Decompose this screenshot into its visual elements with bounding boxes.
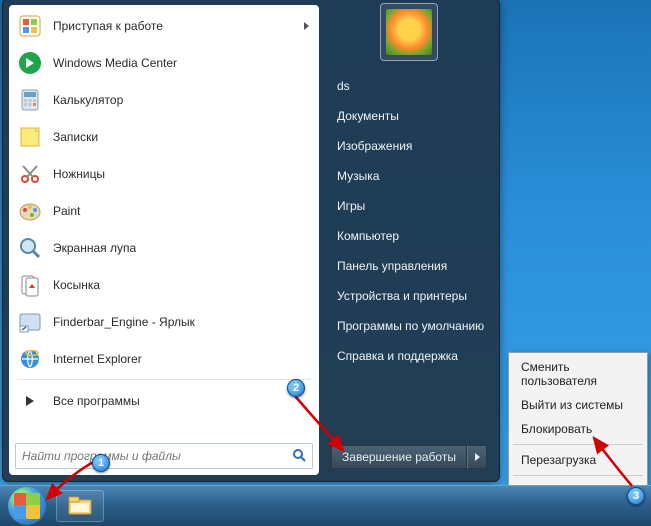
program-label: Windows Media Center [53, 56, 177, 70]
power-item-log-off[interactable]: Выйти из системы [511, 393, 645, 417]
search-input[interactable] [22, 449, 292, 463]
program-label: Finderbar_Engine - Ярлык [53, 315, 195, 329]
right-item-devices-printers[interactable]: Устройства и принтеры [319, 281, 499, 311]
all-programs-arrow-icon [17, 388, 43, 414]
paint-icon [17, 198, 43, 224]
shutdown-row: Завершение работы [331, 445, 487, 469]
power-item-switch-user[interactable]: Сменить пользователя [511, 355, 645, 393]
all-programs-item[interactable]: Все программы [11, 382, 317, 419]
media-center-icon [17, 50, 43, 76]
right-item-help-support[interactable]: Справка и поддержка [319, 341, 499, 371]
right-item-user[interactable]: ds [319, 71, 499, 101]
program-list: Приступая к работе Windows Media Center … [9, 5, 319, 437]
separator [513, 444, 643, 445]
search-box[interactable] [15, 443, 313, 469]
right-item-documents[interactable]: Документы [319, 101, 499, 131]
program-label: Приступая к работе [53, 19, 163, 33]
program-item-sticky-notes[interactable]: Записки [11, 118, 317, 155]
annotation-bubble-2: 2 [287, 379, 305, 397]
program-label: Калькулятор [53, 93, 123, 107]
program-label: Paint [53, 204, 80, 218]
annotation-bubble-1: 1 [92, 454, 110, 472]
power-options-menu: Сменить пользователя Выйти из системы Бл… [508, 352, 648, 506]
right-item-games[interactable]: Игры [319, 191, 499, 221]
right-item-default-programs[interactable]: Программы по умолчанию [319, 311, 499, 341]
shutdown-options-arrow-button[interactable] [467, 445, 487, 469]
shutdown-button[interactable]: Завершение работы [331, 445, 467, 469]
power-item-lock[interactable]: Блокировать [511, 417, 645, 441]
program-label: Записки [53, 130, 98, 144]
program-item-magnifier[interactable]: Экранная лупа [11, 229, 317, 266]
solitaire-icon [17, 272, 43, 298]
program-item-getting-started[interactable]: Приступая к работе [11, 7, 317, 44]
program-item-finderbar-shortcut[interactable]: Finderbar_Engine - Ярлык [11, 303, 317, 340]
taskbar [0, 485, 651, 526]
start-menu: Приступая к работе Windows Media Center … [2, 0, 500, 482]
start-menu-left-pane: Приступая к работе Windows Media Center … [9, 5, 319, 475]
program-label: Экранная лупа [53, 241, 136, 255]
user-picture-icon [386, 9, 432, 55]
scissors-icon [17, 161, 43, 187]
getting-started-icon [17, 13, 43, 39]
shortcut-icon [17, 309, 43, 335]
program-item-media-center[interactable]: Windows Media Center [11, 44, 317, 81]
search-icon [292, 448, 306, 465]
program-label: Ножницы [53, 167, 105, 181]
internet-explorer-icon [17, 346, 43, 372]
magnifier-icon [17, 235, 43, 261]
start-button[interactable] [8, 487, 46, 525]
program-label: Internet Explorer [53, 352, 142, 366]
all-programs-label: Все программы [53, 394, 140, 408]
separator [513, 475, 643, 476]
taskbar-pinned-explorer[interactable] [56, 490, 104, 522]
separator [17, 379, 311, 380]
user-picture-frame[interactable] [380, 3, 438, 61]
submenu-arrow-icon [304, 22, 309, 30]
right-item-music[interactable]: Музыка [319, 161, 499, 191]
program-item-snipping-tool[interactable]: Ножницы [11, 155, 317, 192]
right-item-control-panel[interactable]: Панель управления [319, 251, 499, 281]
program-item-calculator[interactable]: Калькулятор [11, 81, 317, 118]
sticky-notes-icon [17, 124, 43, 150]
start-menu-right-pane: ds Документы Изображения Музыка Игры Ком… [319, 0, 499, 481]
power-item-restart[interactable]: Перезагрузка [511, 448, 645, 472]
annotation-bubble-3: 3 [627, 487, 645, 505]
program-label: Косынка [53, 278, 100, 292]
program-item-solitaire[interactable]: Косынка [11, 266, 317, 303]
calculator-icon [17, 87, 43, 113]
right-item-computer[interactable]: Компьютер [319, 221, 499, 251]
right-item-pictures[interactable]: Изображения [319, 131, 499, 161]
folder-icon [68, 496, 92, 516]
program-item-paint[interactable]: Paint [11, 192, 317, 229]
program-item-internet-explorer[interactable]: Internet Explorer [11, 340, 317, 377]
